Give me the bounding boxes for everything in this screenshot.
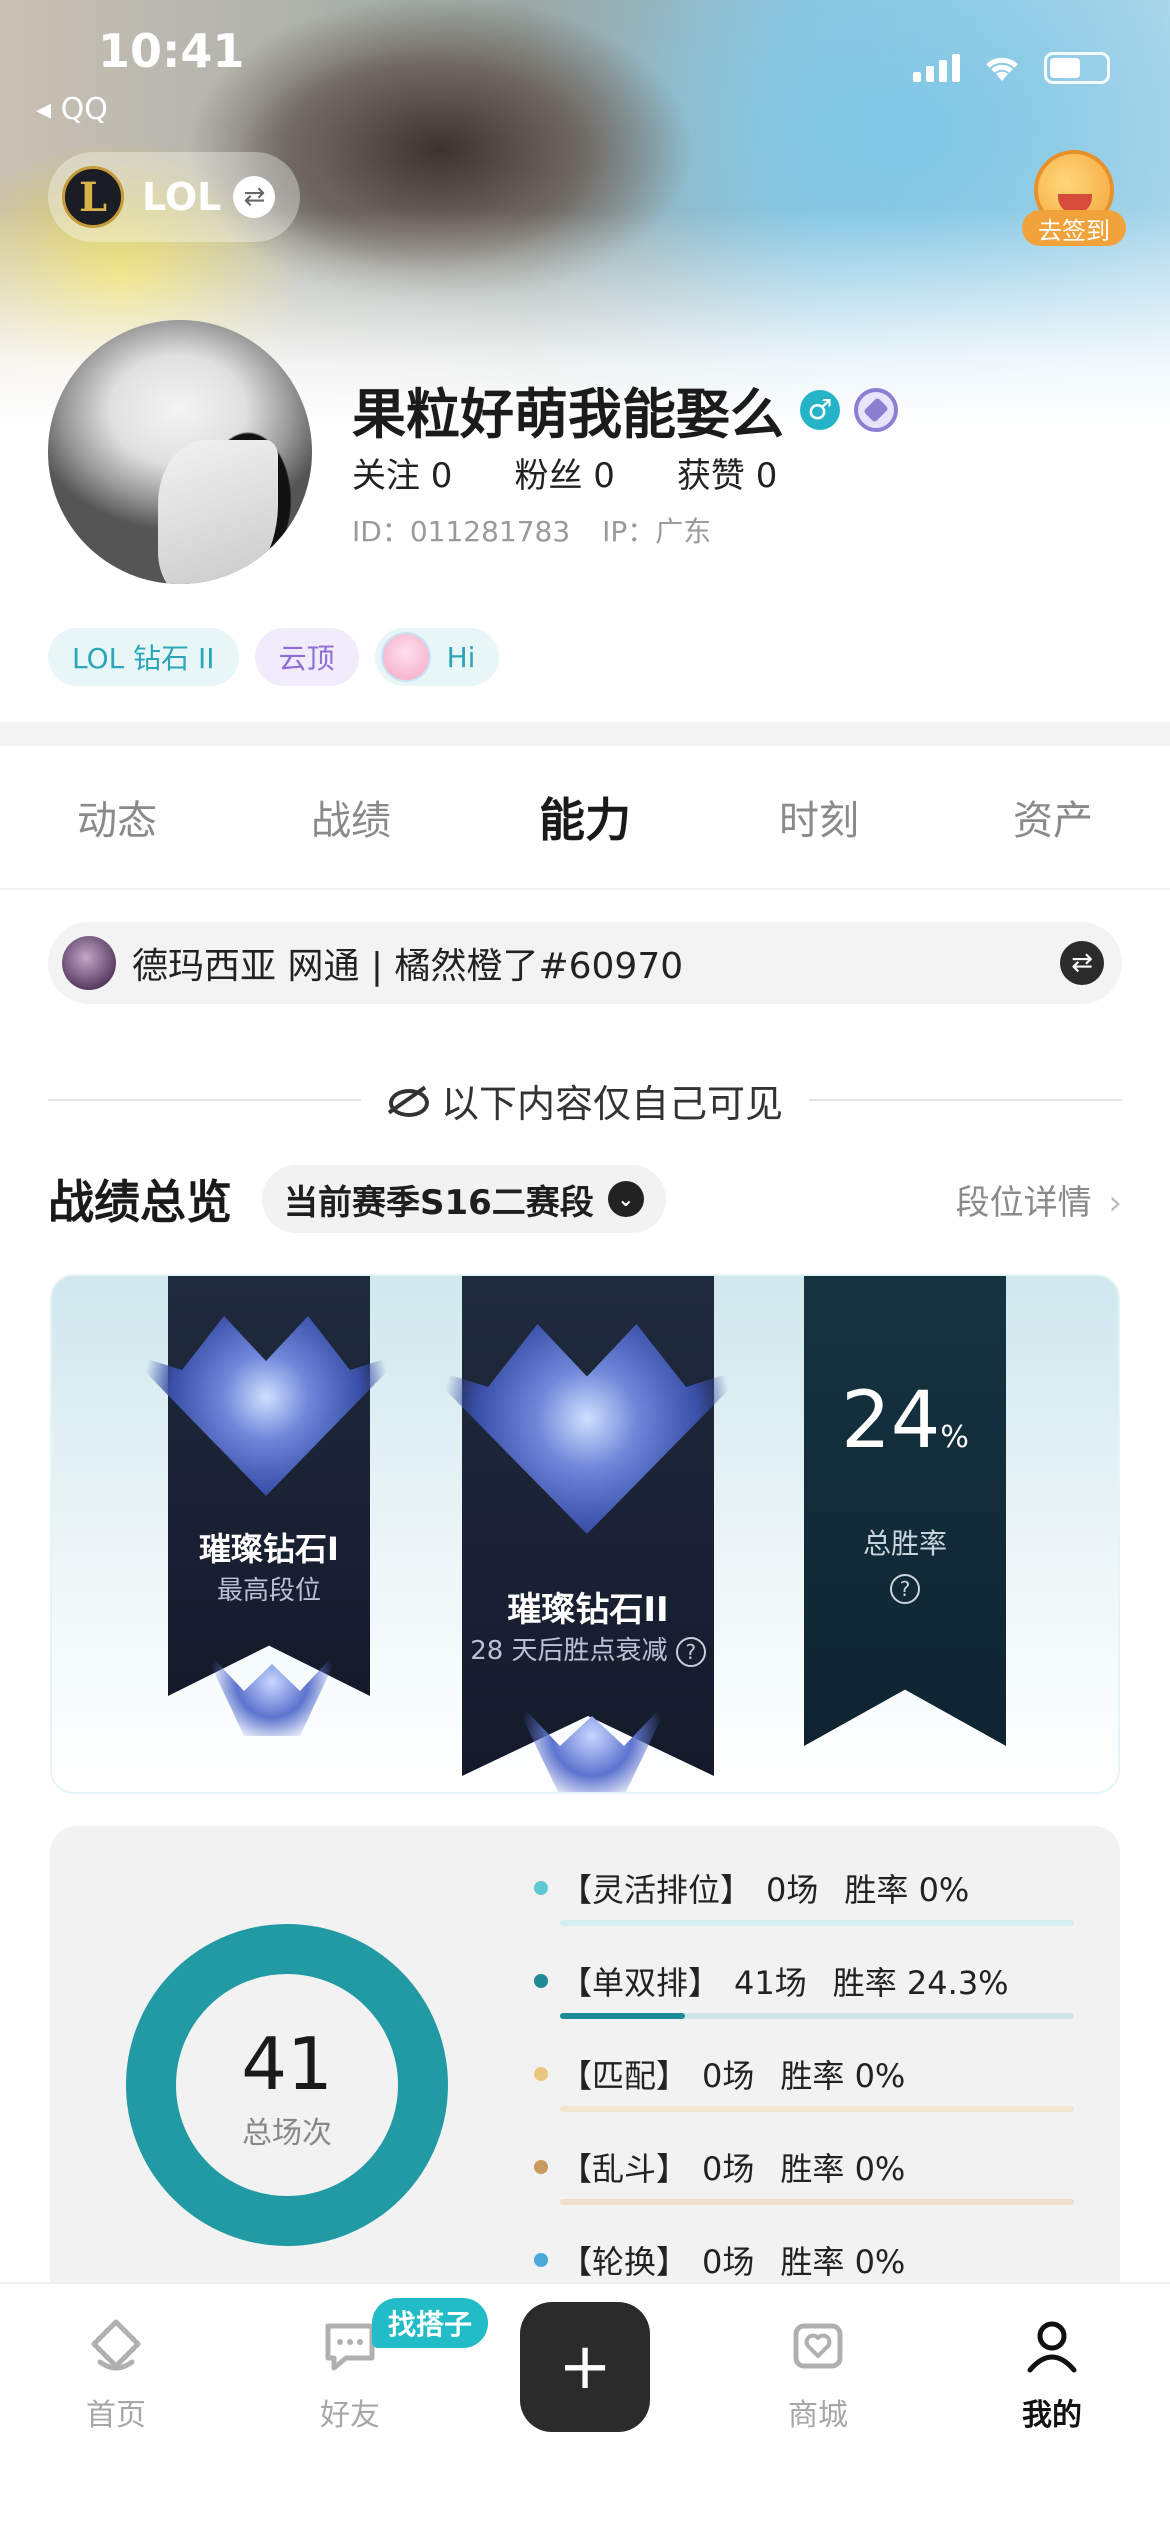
nav-shop[interactable]: 商城 bbox=[738, 2284, 898, 2464]
total-winrate-label: 总胜率 ? bbox=[804, 1522, 1006, 1604]
rank-overview-card: 璀璨钻石I 最高段位 璀璨钻石II 28 天后胜点衰减 ? 24% 总胜率 ? bbox=[50, 1274, 1120, 1794]
total-winrate: 24% bbox=[841, 1376, 969, 1466]
status-bar: 10:41 ◂ QQ bbox=[0, 0, 1170, 127]
mode-dot bbox=[534, 1974, 548, 1988]
bottom-navigation: 首页 好友 找搭子 + 商城 我的 bbox=[0, 2282, 1170, 2532]
chevron-down-icon: ⌄ bbox=[607, 1181, 644, 1217]
visibility-notice: 以下内容仅自己可见 bbox=[48, 1072, 1123, 1128]
mode-dot bbox=[534, 2067, 548, 2081]
ip-location: IP：广东 bbox=[602, 515, 712, 548]
overview-header: 战绩总览 当前赛季S16二赛段 ⌄ 段位详情 › bbox=[48, 1164, 1122, 1234]
rank-badge-icon[interactable] bbox=[854, 387, 898, 432]
rank-detail-link[interactable]: 段位详情 › bbox=[956, 1175, 1122, 1224]
tab-records[interactable]: 战绩 bbox=[234, 746, 468, 888]
mode-progress bbox=[560, 1920, 1074, 1926]
help-icon[interactable]: ? bbox=[890, 1574, 920, 1604]
current-rank-name: 璀璨钻石II bbox=[507, 1590, 669, 1630]
mode-progress bbox=[560, 2013, 1074, 2019]
back-to-qq-link[interactable]: ◂ QQ bbox=[36, 92, 108, 127]
current-rank-decay: 28 天后胜点衰减 ? bbox=[442, 1630, 734, 1667]
mode-progress bbox=[560, 2199, 1074, 2205]
tab-moments-time[interactable]: 时刻 bbox=[702, 746, 936, 888]
follow-count[interactable]: 关注 0 bbox=[352, 448, 452, 497]
game-switch-button[interactable]: L LOL ⇄ bbox=[48, 152, 300, 242]
battery-icon bbox=[1044, 52, 1110, 84]
tag-tft[interactable]: 云顶 bbox=[254, 628, 359, 686]
home-icon bbox=[91, 2319, 141, 2371]
tab-moments[interactable]: 动态 bbox=[0, 746, 234, 888]
total-games: 41 bbox=[241, 2022, 333, 2106]
section-divider bbox=[0, 722, 1170, 746]
rank-detail-label: 段位详情 bbox=[955, 1182, 1092, 1223]
lol-logo-icon: L bbox=[62, 166, 124, 228]
signal-icon bbox=[913, 54, 960, 82]
wifi-icon bbox=[986, 57, 1018, 81]
tab-ability[interactable]: 能力 bbox=[468, 746, 702, 888]
user-id: ID：011281783 bbox=[352, 515, 571, 548]
total-games-label: 总场次 bbox=[242, 2116, 332, 2151]
highest-rank-label: 最高段位 bbox=[216, 1576, 321, 1606]
divider-line bbox=[809, 1099, 1123, 1101]
profile-tags: LOL 钻石 II 云顶 Hi bbox=[48, 628, 500, 686]
mode-row: 【单双排】 41场 胜率 24.3% bbox=[534, 1959, 1074, 2019]
account-text: 德玛西亚 网通 | 橘然橙了#60970 bbox=[132, 946, 684, 987]
tag-hi-label: Hi bbox=[446, 640, 476, 674]
season-label: 当前赛季S16二赛段 bbox=[284, 1182, 594, 1223]
tag-lol-rank[interactable]: LOL 钻石 II bbox=[48, 628, 239, 686]
find-partner-badge[interactable]: 找搭子 bbox=[372, 2298, 489, 2348]
overview-title: 战绩总览 bbox=[48, 1175, 232, 1229]
add-button[interactable]: + bbox=[520, 2302, 650, 2432]
gender-male-icon: ♂ bbox=[800, 389, 840, 430]
status-time: 10:41 bbox=[98, 24, 245, 78]
mode-row: 【匹配】 0场 胜率 0% bbox=[534, 2052, 1074, 2112]
status-icons bbox=[913, 52, 1110, 84]
fans-count[interactable]: 粉丝 0 bbox=[514, 448, 614, 497]
username: 果粒好萌我能娶么 ♂ bbox=[352, 370, 898, 449]
likes-count: 获赞 0 bbox=[676, 456, 778, 496]
winrate-banner bbox=[804, 1276, 1006, 1746]
social-counts: 关注 0 粉丝 0 获赞 0 bbox=[352, 448, 777, 497]
chevron-right-icon: › bbox=[1108, 1182, 1122, 1223]
mode-dot bbox=[534, 2160, 548, 2174]
season-dropdown[interactable]: 当前赛季S16二赛段 ⌄ bbox=[262, 1165, 666, 1233]
game-account-selector[interactable]: 德玛西亚 网通 | 橘然橙了#60970 ⇄ bbox=[48, 922, 1122, 1004]
nav-me[interactable]: 我的 bbox=[972, 2284, 1132, 2464]
profile-tabs: 动态 战绩 能力 时刻 资产 bbox=[0, 746, 1170, 890]
username-text: 果粒好萌我能娶么 bbox=[352, 383, 784, 446]
nav-home[interactable]: 首页 bbox=[36, 2284, 196, 2464]
switch-account-icon[interactable]: ⇄ bbox=[1060, 941, 1104, 985]
eye-hidden-icon bbox=[387, 1087, 429, 1117]
swap-icon: ⇄ bbox=[233, 176, 276, 218]
avatar[interactable] bbox=[48, 320, 312, 584]
mode-dot bbox=[534, 1881, 548, 1895]
checkin-button[interactable]: 去签到 bbox=[1022, 150, 1126, 248]
shop-icon bbox=[793, 2323, 843, 2369]
mode-dot bbox=[534, 2253, 548, 2267]
help-icon[interactable]: ? bbox=[675, 1637, 706, 1667]
hi-avatar-icon bbox=[380, 632, 431, 682]
mode-progress bbox=[560, 2106, 1074, 2112]
account-avatar bbox=[62, 936, 116, 990]
visibility-text: 以下内容仅自己可见 bbox=[441, 1081, 784, 1126]
game-label: LOL bbox=[142, 175, 222, 219]
mode-row: 【乱斗】 0场 胜率 0% bbox=[534, 2145, 1074, 2205]
tab-assets[interactable]: 资产 bbox=[936, 746, 1170, 888]
divider-line bbox=[48, 1099, 361, 1101]
tag-hi[interactable]: Hi bbox=[374, 628, 500, 686]
mode-row: 【灵活排位】 0场 胜率 0% bbox=[534, 1866, 1074, 1926]
highest-rank-name: 璀璨钻石I bbox=[199, 1530, 339, 1568]
user-icon bbox=[1027, 2321, 1077, 2373]
checkin-label: 去签到 bbox=[1022, 210, 1126, 246]
id-line: ID：011281783 IP：广东 bbox=[352, 510, 711, 550]
